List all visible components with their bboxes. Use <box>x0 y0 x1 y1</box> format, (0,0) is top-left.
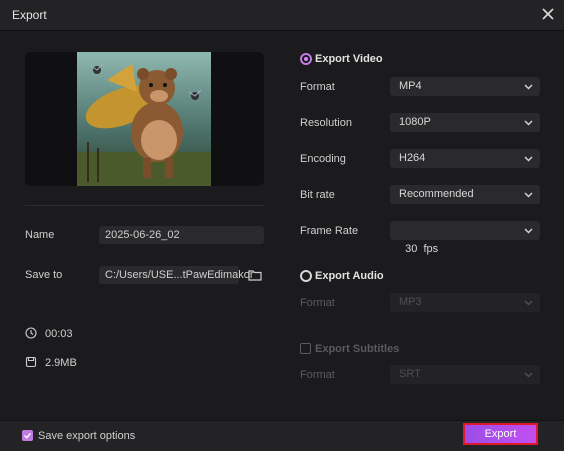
clock-icon <box>25 327 37 339</box>
encoding-label: Encoding <box>300 153 346 165</box>
file-size-value: 2.9MB <box>45 357 77 369</box>
preview-thumbnail <box>77 52 211 186</box>
folder-icon[interactable] <box>248 269 262 281</box>
format-label: Format <box>300 81 335 93</box>
name-label: Name <box>25 229 55 241</box>
export-button[interactable]: Export <box>463 423 538 445</box>
chevron-down-icon <box>524 372 533 378</box>
resolution-select[interactable]: 1080P <box>390 113 540 132</box>
framerate-label: Frame Rate <box>300 225 359 237</box>
resolution-value: 1080P <box>399 116 431 128</box>
chevron-down-icon <box>524 84 533 90</box>
export-subtitles-label: Export Subtitles <box>315 343 400 355</box>
saveto-label: Save to <box>25 269 63 281</box>
close-icon[interactable] <box>540 6 556 22</box>
title-bar: Export <box>0 0 564 31</box>
export-video-label: Export Video <box>315 53 383 65</box>
export-subtitles-checkbox[interactable] <box>300 343 311 354</box>
file-size-icon <box>25 356 37 368</box>
chevron-down-icon <box>524 120 533 126</box>
encoding-select[interactable]: H264 <box>390 149 540 168</box>
subtitle-format-select[interactable]: SRT <box>390 365 540 384</box>
encoding-value: H264 <box>399 152 426 164</box>
audio-format-select[interactable]: MP3 <box>390 293 540 312</box>
resolution-label: Resolution <box>300 117 352 129</box>
saveto-path-field[interactable]: C:/Users/USE...tPawEdimakor <box>99 266 254 284</box>
save-options-label: Save export options <box>38 430 136 442</box>
footer-bar: Save export options Export <box>0 420 564 451</box>
name-input[interactable]: 2025-06-26_02 <box>99 226 264 244</box>
format-value: MP4 <box>399 80 422 92</box>
export-audio-radio[interactable] <box>300 270 312 282</box>
save-options-checkbox[interactable] <box>22 430 33 441</box>
format-select[interactable]: MP4 <box>390 77 540 96</box>
video-preview <box>25 52 264 186</box>
export-audio-label: Export Audio <box>315 270 384 282</box>
framerate-value: 30 fps <box>405 243 439 255</box>
window-title: Export <box>12 8 47 22</box>
bitrate-label: Bit rate <box>300 189 335 201</box>
chevron-down-icon <box>524 192 533 198</box>
subtitle-format-value: SRT <box>399 368 421 380</box>
divider <box>25 205 264 206</box>
chevron-down-icon <box>524 300 533 306</box>
duration-value: 00:03 <box>45 328 73 340</box>
checkmark-icon <box>24 432 32 439</box>
bitrate-value: Recommended <box>399 188 474 200</box>
chevron-down-icon <box>524 156 533 162</box>
audio-format-value: MP3 <box>399 296 422 308</box>
audio-format-label: Format <box>300 297 335 309</box>
framerate-select[interactable]: 30 fps <box>390 221 540 255</box>
subtitle-format-label: Format <box>300 369 335 381</box>
bitrate-select[interactable]: Recommended <box>390 185 540 204</box>
chevron-down-icon <box>524 228 533 234</box>
export-video-radio[interactable] <box>300 53 312 65</box>
